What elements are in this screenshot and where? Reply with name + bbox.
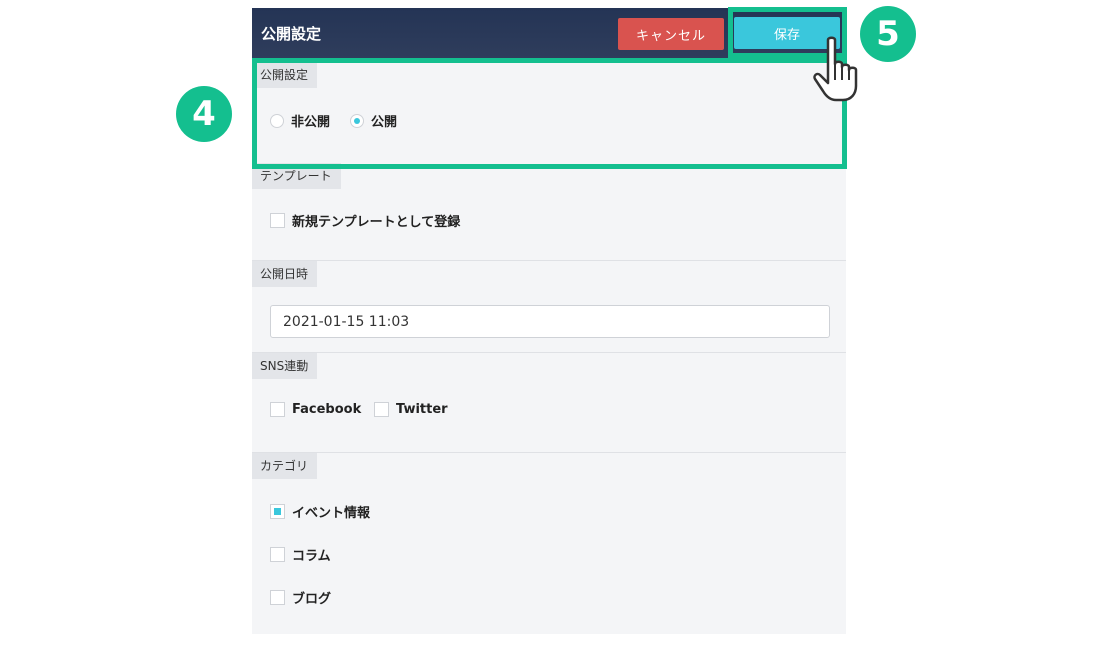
hand-pointer-icon <box>813 36 858 102</box>
section-label-template: テンプレート <box>252 163 341 189</box>
facebook-label: Facebook <box>292 402 362 417</box>
publish-date-input[interactable] <box>270 305 830 338</box>
panel-header: 公開設定 キャンセル 保存 <box>252 8 846 58</box>
category-event-check-indicator[interactable] <box>270 504 285 519</box>
category-column-checkbox[interactable]: コラム <box>270 545 331 564</box>
radio-private-label: 非公開 <box>291 115 331 130</box>
section-label-category: カテゴリ <box>252 453 318 479</box>
radio-public-label: 公開 <box>371 115 398 130</box>
section-label-publish-date: 公開日時 <box>252 261 318 287</box>
twitter-check-indicator[interactable] <box>374 402 389 417</box>
publish-date-section: 公開日時 <box>252 261 846 352</box>
section-label-visibility: 公開設定 <box>252 62 318 88</box>
step-badge-5: 5 <box>860 6 916 62</box>
section-label-sns: SNS連動 <box>252 353 318 379</box>
step-badge-4: 4 <box>176 86 232 142</box>
category-section: カテゴリ イベント情報 コラム ブログ <box>252 453 846 633</box>
template-section: テンプレート 新規テンプレートとして登録 <box>252 163 846 261</box>
publish-settings-panel: 公開設定 キャンセル 保存 公開設定 非公開 公開 テンプレート 新規テンプレー… <box>252 8 846 634</box>
category-blog-checkbox[interactable]: ブログ <box>270 588 331 607</box>
screenshot-stage: 公開設定 キャンセル 保存 公開設定 非公開 公開 テンプレート 新規テンプレー… <box>0 0 1100 649</box>
radio-public[interactable]: 公開 <box>350 111 397 130</box>
category-event-label: イベント情報 <box>292 506 371 521</box>
register-template-check-indicator[interactable] <box>270 213 285 228</box>
radio-private-indicator[interactable] <box>270 113 284 128</box>
register-template-checkbox[interactable]: 新規テンプレートとして登録 <box>270 211 460 230</box>
visibility-section: 公開設定 非公開 公開 <box>252 62 846 166</box>
category-column-label: コラム <box>292 549 331 564</box>
radio-private[interactable]: 非公開 <box>270 111 330 130</box>
category-blog-check-indicator[interactable] <box>270 590 285 605</box>
radio-public-indicator[interactable] <box>350 113 364 128</box>
category-blog-label: ブログ <box>292 592 332 607</box>
category-event-checkbox[interactable]: イベント情報 <box>270 502 370 521</box>
twitter-checkbox[interactable]: Twitter <box>374 402 448 417</box>
sns-section: SNS連動 Facebook Twitter <box>252 353 846 452</box>
register-template-label: 新規テンプレートとして登録 <box>292 215 461 230</box>
category-column-check-indicator[interactable] <box>270 547 285 562</box>
facebook-check-indicator[interactable] <box>270 402 285 417</box>
cancel-button[interactable]: キャンセル <box>618 18 724 50</box>
facebook-checkbox[interactable]: Facebook <box>270 402 361 417</box>
twitter-label: Twitter <box>396 402 448 417</box>
panel-title: 公開設定 <box>261 25 322 43</box>
